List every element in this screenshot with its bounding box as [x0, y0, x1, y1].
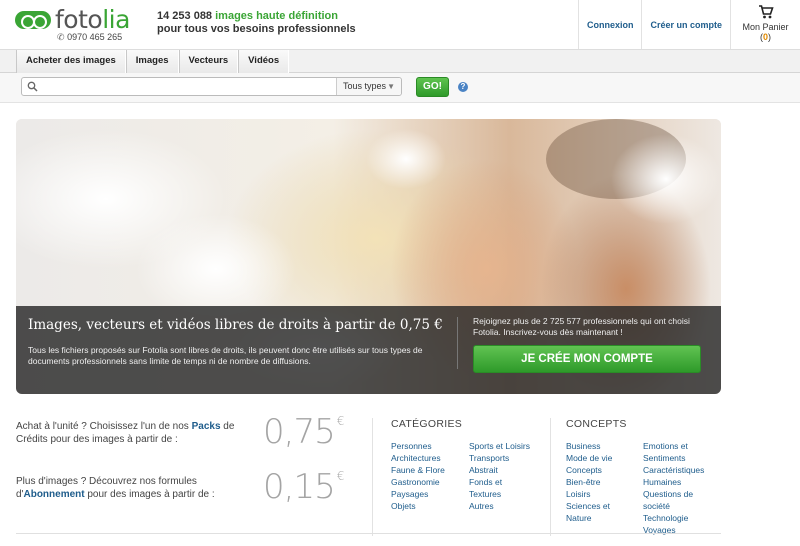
packs-link[interactable]: Packs	[192, 421, 221, 432]
concept-link[interactable]: Concepts	[566, 464, 612, 476]
concept-link[interactable]: Sciences et	[566, 500, 612, 512]
search-icon	[27, 81, 38, 92]
subscription-price-value: 0,15	[263, 467, 336, 507]
logo-text-part2: lia	[102, 5, 130, 34]
offer-subscription-text: Plus d'images ? Découvrez nos formules d…	[16, 475, 251, 501]
offer-packs-text-before: Achat à l'unité ? Choisissez l'un de nos	[16, 421, 192, 432]
phone-text: 0970 465 265	[67, 32, 123, 42]
search-bar: Tous types ▼ GO! ?	[0, 73, 800, 103]
category-link[interactable]: Autres	[469, 500, 530, 512]
packs-price-currency: €	[336, 414, 345, 428]
tagline: 14 253 088 images haute définition pour …	[157, 10, 356, 36]
categories-list-1: Personnes Architectures Faune & Flore Ga…	[391, 440, 445, 512]
cart-count-close: )	[768, 32, 771, 42]
column-divider	[550, 418, 551, 536]
type-select-value: Tous types	[343, 81, 387, 91]
concept-link[interactable]: société	[643, 500, 704, 512]
offer-packs: Achat à l'unité ? Choisissez l'un de nos…	[16, 412, 356, 458]
categories-title: CATÉGORIES	[391, 418, 463, 430]
categories-list-2: Sports et Loisirs Transports Abstrait Fo…	[469, 440, 530, 512]
create-account-link[interactable]: Créer un compte	[641, 0, 730, 49]
fotolia-logo[interactable]: fotolia	[15, 5, 130, 34]
concept-link[interactable]: Business	[566, 440, 612, 452]
hero-title: Images, vecteurs et vidéos libres de dro…	[28, 317, 443, 333]
phone-icon: ✆	[57, 32, 65, 42]
concepts-list-1: Business Mode de vie Concepts Bien-être …	[566, 440, 612, 524]
header: fotolia ✆ 0970 465 265 14 253 088 images…	[0, 0, 800, 50]
hero-join-text: Rejoignez plus de 2 725 577 professionne…	[473, 316, 690, 337]
category-link[interactable]: Fonds et	[469, 476, 530, 488]
concept-link[interactable]: Sentiments	[643, 452, 704, 464]
footer-divider	[16, 533, 721, 534]
packs-price-value: 0,75	[263, 412, 336, 452]
login-link[interactable]: Connexion	[577, 0, 642, 49]
offer-packs-text: Achat à l'unité ? Choisissez l'un de nos…	[16, 420, 251, 446]
category-link[interactable]: Transports	[469, 452, 530, 464]
cart-label: Mon Panier	[742, 22, 789, 32]
category-link[interactable]: Objets	[391, 500, 445, 512]
subscription-price: 0,15 €	[263, 467, 345, 507]
subscription-link[interactable]: Abonnement	[23, 489, 84, 500]
hero-description: Tous les fichiers proposés sur Fotolia s…	[28, 345, 423, 366]
search-input[interactable]	[40, 79, 336, 94]
logo-text-part1: foto	[55, 5, 103, 34]
concept-link[interactable]: Mode de vie	[566, 452, 612, 464]
category-link[interactable]: Textures	[469, 488, 530, 500]
concept-link[interactable]: Emotions et	[643, 440, 704, 452]
chevron-down-icon: ▼	[387, 82, 395, 91]
concepts-title: CONCEPTS	[566, 418, 627, 430]
go-button[interactable]: GO!	[416, 77, 449, 97]
category-link[interactable]: Paysages	[391, 488, 445, 500]
concept-link[interactable]: Technologie	[643, 512, 704, 524]
main-nav: Acheter des images Images Vecteurs Vidéo…	[0, 50, 800, 73]
type-select[interactable]: Tous types ▼	[336, 78, 401, 95]
hero-banner: Images, vecteurs et vidéos libres de dro…	[16, 119, 721, 394]
hero-divider	[457, 317, 458, 369]
offer-subscription: Plus d'images ? Découvrez nos formules d…	[16, 467, 356, 513]
nav-item-images[interactable]: Images	[125, 50, 179, 73]
search-box: Tous types ▼	[21, 77, 402, 96]
phone-number: ✆ 0970 465 265	[57, 32, 122, 43]
tagline-count: 14 253 088	[157, 10, 213, 22]
concept-link[interactable]: Bien-être	[566, 476, 612, 488]
category-link[interactable]: Faune & Flore	[391, 464, 445, 476]
cart-button[interactable]: Mon Panier (0)	[730, 0, 800, 49]
help-icon[interactable]: ?	[458, 82, 468, 92]
concepts-list-2: Emotions et Sentiments Caractéristiques …	[643, 440, 704, 536]
nav-item-videos[interactable]: Vidéos	[238, 50, 290, 73]
category-link[interactable]: Gastronomie	[391, 476, 445, 488]
offer-subscription-text-after: pour des images à partir de :	[84, 489, 215, 500]
category-link[interactable]: Sports et Loisirs	[469, 440, 530, 452]
category-link[interactable]: Personnes	[391, 440, 445, 452]
column-divider	[372, 418, 373, 536]
concept-link[interactable]: Questions de	[643, 488, 704, 500]
concept-link[interactable]: Loisirs	[566, 488, 612, 500]
category-link[interactable]: Abstrait	[469, 464, 530, 476]
concept-link[interactable]: Nature	[566, 512, 612, 524]
subscription-price-currency: €	[336, 469, 345, 483]
tagline-highlight: images haute définition	[215, 10, 338, 22]
nav-item-vectors[interactable]: Vecteurs	[178, 50, 239, 73]
nav-items: Acheter des images Images Vecteurs Vidéo…	[16, 50, 290, 73]
concept-link[interactable]: Caractéristiques	[643, 464, 704, 476]
category-link[interactable]: Architectures	[391, 452, 445, 464]
header-links: Connexion Créer un compte Mon Panier (0)	[577, 0, 800, 49]
cart-count: (0)	[731, 32, 800, 42]
concept-link[interactable]: Voyages	[643, 524, 704, 536]
concept-link[interactable]: Humaines	[643, 476, 704, 488]
nav-item-buy-images[interactable]: Acheter des images	[16, 50, 126, 73]
packs-price: 0,75 €	[263, 412, 345, 452]
create-account-button[interactable]: JE CRÉE MON COMPTE	[473, 345, 701, 373]
logo-wordmark: fotolia	[55, 5, 130, 34]
cart-icon	[758, 5, 774, 19]
tagline-line2: pour tous vos besoins professionnels	[157, 23, 356, 35]
fotolia-logo-icon	[15, 10, 51, 29]
